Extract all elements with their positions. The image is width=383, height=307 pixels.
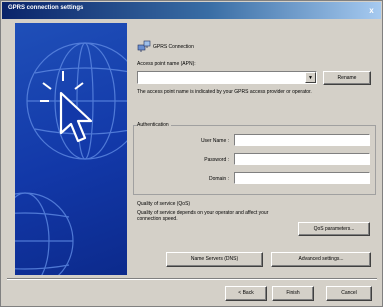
- finish-button[interactable]: Finish: [272, 286, 314, 301]
- back-button[interactable]: < Back: [225, 286, 267, 301]
- connection-label: GPRS Connection: [153, 44, 194, 50]
- rename-button[interactable]: Rename: [323, 71, 371, 85]
- close-button[interactable]: x: [366, 5, 377, 16]
- network-connection-icon: [137, 40, 151, 52]
- user-name-label: User Name :: [200, 138, 229, 144]
- apn-combobox[interactable]: ▼: [137, 71, 317, 84]
- wizard-side-image: [15, 23, 127, 275]
- footer-separator: [7, 278, 377, 280]
- qos-description: Quality of service depends on your opera…: [137, 210, 269, 222]
- password-label: Password :: [204, 157, 229, 163]
- globe-cursor-illustration: [15, 42, 127, 275]
- apn-description: The access point name is indicated by yo…: [137, 89, 312, 95]
- user-name-field[interactable]: [234, 134, 370, 146]
- title-bar[interactable]: GPRS connection settings x: [2, 2, 381, 19]
- window-title: GPRS connection settings: [8, 5, 84, 11]
- domain-label: Domain :: [208, 176, 229, 182]
- gprs-settings-dialog: GPRS connection settings x GPRS Connecti…: [0, 0, 383, 307]
- authentication-title: Authentication: [137, 122, 171, 128]
- apn-label: Access point name (APN):: [137, 61, 196, 67]
- password-field[interactable]: [234, 153, 370, 165]
- qos-title: Quality of service (QoS): [137, 201, 191, 207]
- qos-parameters-button[interactable]: QoS parameters...: [298, 222, 370, 236]
- chevron-down-icon[interactable]: ▼: [305, 72, 316, 83]
- cancel-button[interactable]: Cancel: [326, 286, 372, 301]
- domain-field[interactable]: [234, 172, 370, 184]
- advanced-settings-button[interactable]: Advanced settings...: [271, 252, 371, 267]
- name-servers-button[interactable]: Name Servers (DNS): [166, 252, 263, 267]
